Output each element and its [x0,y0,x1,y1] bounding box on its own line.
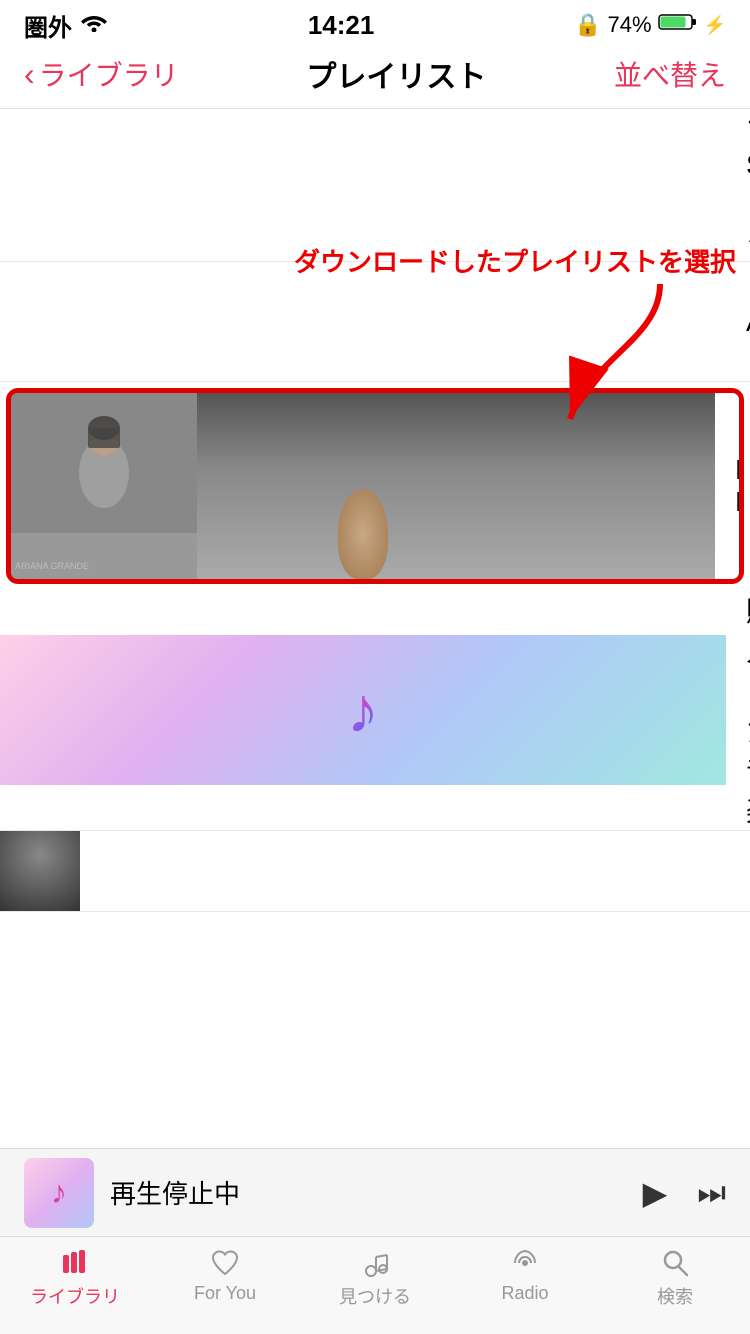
now-playing-status: 再生停止中 [110,1174,627,1211]
wifi-icon [80,11,108,39]
tab-foryou[interactable]: For You [150,1247,300,1304]
tab-radio[interactable]: Radio [450,1247,600,1304]
now-playing-bar[interactable]: ♪ 再生停止中 ▶ ⏭ [0,1148,750,1236]
tab-browse[interactable]: 見つける [300,1247,450,1309]
highlighted-border: ARIANA GRANDE My Fvotire › [6,388,744,584]
back-button[interactable]: ‹ ライブラリ [24,54,179,94]
status-right: 🔒 74% ⚡ [574,12,726,38]
tab-bar: ライブラリ For You 見つける Radio [0,1236,750,1334]
now-playing-thumb: ♪ [24,1158,94,1228]
tab-search[interactable]: 検索 [600,1247,750,1309]
playlist-name-purchased: 購入した音楽 [746,590,750,830]
status-bar: 圏外 14:21 🔒 74% ⚡ [0,0,750,44]
heart-icon [209,1247,241,1279]
page-title: プレイリスト [306,52,486,96]
playlist-item-ariana[interactable]: ARIANA GRANDE My Fvotire › [11,393,739,579]
charging-icon: ⚡ [704,15,726,36]
play-button[interactable]: ▶ [643,1174,668,1212]
tab-search-label: 検索 [657,1283,693,1309]
tab-radio-label: Radio [501,1283,548,1304]
lock-icon: 🔒 [574,12,601,38]
radio-icon [509,1247,541,1279]
tab-library[interactable]: ライブラリ [0,1247,150,1309]
playlist-list: マイ Shazam トラック › ダウンロードしたプレイリストを選択 ORIGI… [0,109,750,912]
playlist-item-purchased[interactable]: ♪ 購入した音楽 › [0,590,750,831]
tab-library-label: ライブラリ [30,1283,120,1309]
playlist-thumb-partial [0,831,80,911]
sort-button[interactable]: 並べ替え [614,54,726,94]
playlist-name-ariana: My Fvotire [735,454,744,518]
playlist-item-marvel[interactable]: ORIGINAL MOTION PICTURE SOUNDTRACK CAPTA… [0,262,750,382]
tab-browse-label: 見つける [339,1283,411,1309]
music-note-icon: ♪ [347,673,379,747]
playlist-item-shazam[interactable]: マイ Shazam トラック › [0,109,750,262]
playlist-item-partial[interactable] [0,831,750,912]
playlist-name-shazam: マイ Shazam トラック [746,109,750,261]
battery-icon [658,12,698,38]
status-time: 14:21 [308,10,375,41]
tab-foryou-label: For You [194,1283,256,1304]
carrier-wifi: 圏外 [24,8,108,43]
library-icon [59,1247,91,1279]
now-playing-music-note-icon: ♪ [51,1174,67,1211]
playlist-thumb-ariana: ARIANA GRANDE [11,393,715,579]
nav-bar: ‹ ライブラリ プレイリスト 並べ替え [0,44,750,109]
back-label: ライブラリ [39,54,179,94]
skip-button[interactable]: ⏭ [697,1174,726,1212]
playlist-thumb-purchased: ♪ [0,635,726,785]
back-chevron-icon: ‹ [24,56,35,93]
battery-percent: 74% [608,12,652,38]
browse-music-icon [359,1247,391,1279]
now-playing-controls: ▶ ⏭ [643,1174,726,1212]
search-icon [659,1247,691,1279]
playlist-name-marvel: A [746,306,750,338]
carrier-text: 圏外 [24,8,72,43]
